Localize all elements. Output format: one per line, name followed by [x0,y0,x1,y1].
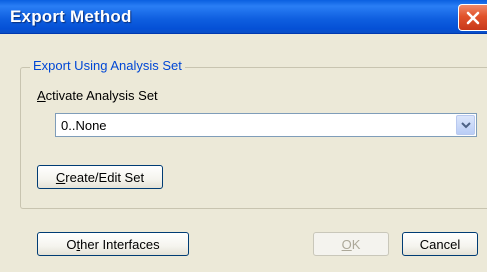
close-x-icon [466,11,480,25]
other-label-first: O [66,236,77,252]
chevron-down-icon [461,122,471,129]
title-bar[interactable]: Export Method [0,0,487,34]
close-button[interactable] [458,4,487,31]
ok-button[interactable]: OK [313,232,389,256]
ok-mnemonic: O [341,236,352,252]
window-title: Export Method [10,7,132,26]
other-label-text: her Interfaces [80,236,160,252]
activate-mnemonic: A [37,88,46,103]
cancel-button[interactable]: Cancel [402,232,478,256]
activate-analysis-set-label: Activate Analysis Set [37,88,158,103]
groupbox-label: Export Using Analysis Set [30,58,185,73]
ok-label-text: K [351,236,361,252]
analysis-set-dropdown[interactable]: 0..None [55,113,477,137]
other-interfaces-button[interactable]: Ot her Interfaces [37,232,189,256]
activate-label-text: ctivate Analysis Set [45,88,158,103]
dropdown-selected-value: 0..None [61,118,107,133]
create-edit-set-button[interactable]: Create/Edit Set [37,165,163,189]
create-mnemonic: C [55,169,66,185]
create-label-text: reate/Edit Set [65,169,145,185]
dropdown-arrow-button[interactable] [456,115,475,135]
